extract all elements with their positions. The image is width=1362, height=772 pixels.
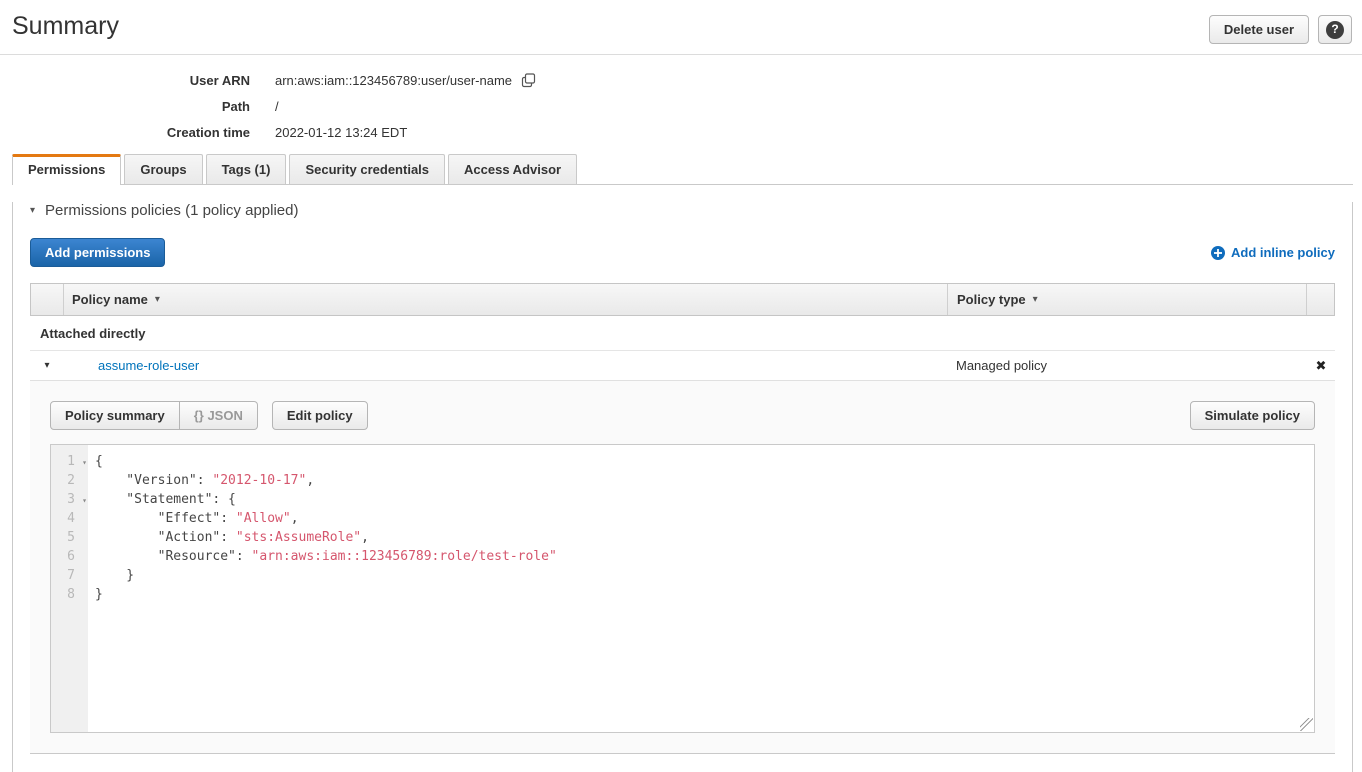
user-details: User ARN arn:aws:iam::123456789:user/use… bbox=[0, 72, 1362, 140]
sort-caret-icon: ▾ bbox=[1033, 294, 1038, 305]
tab-permissions[interactable]: Permissions bbox=[12, 154, 121, 185]
creation-time-value: 2022-01-12 13:24 EDT bbox=[275, 125, 407, 140]
fold-caret-icon[interactable]: ▾ bbox=[82, 453, 87, 472]
code-line: "Effect": "Allow", bbox=[95, 509, 1314, 528]
actions-column-header bbox=[1306, 284, 1334, 315]
tab-tags[interactable]: Tags (1) bbox=[206, 154, 287, 184]
policy-detail-panel: Policy summary {} JSON Edit policy Simul… bbox=[30, 381, 1335, 754]
code-line: } bbox=[95, 585, 1314, 604]
plus-circle-icon bbox=[1211, 246, 1225, 260]
policy-type-column-header[interactable]: Policy type ▾ bbox=[947, 284, 1306, 315]
caret-column-header bbox=[31, 284, 64, 315]
add-inline-policy-link[interactable]: Add inline policy bbox=[1211, 245, 1335, 260]
delete-user-button[interactable]: Delete user bbox=[1209, 15, 1309, 44]
json-button[interactable]: {} JSON bbox=[180, 401, 258, 430]
gutter-line-number: 8 bbox=[51, 585, 88, 604]
page-header: Summary Delete user ? bbox=[0, 0, 1362, 44]
tab-bar: Permissions Groups Tags (1) Security cre… bbox=[12, 154, 1353, 185]
chevron-down-icon: ▾ bbox=[30, 206, 35, 216]
help-button[interactable]: ? bbox=[1318, 15, 1352, 44]
policy-table-header: Policy name ▾ Policy type ▾ bbox=[30, 283, 1335, 316]
sort-caret-icon: ▾ bbox=[155, 294, 160, 305]
policy-summary-button[interactable]: Policy summary bbox=[50, 401, 180, 430]
detail-row-path: Path / bbox=[0, 99, 1362, 114]
user-arn-label: User ARN bbox=[0, 73, 250, 88]
gutter-line-number: 6 bbox=[51, 547, 88, 566]
copy-icon[interactable] bbox=[521, 73, 536, 88]
policy-type-cell: Managed policy bbox=[947, 358, 1307, 373]
simulate-policy-button[interactable]: Simulate policy bbox=[1190, 401, 1315, 430]
remove-policy-icon[interactable]: ✖ bbox=[1316, 358, 1327, 373]
path-value: / bbox=[275, 99, 279, 114]
editor-gutter: 1▾23▾45678 bbox=[51, 445, 88, 732]
policy-json-editor[interactable]: 1▾23▾45678 { "Version": "2012-10-17", "S… bbox=[50, 444, 1315, 733]
page-title: Summary bbox=[12, 12, 119, 41]
permissions-tab-content: ▾ Permissions policies (1 policy applied… bbox=[12, 202, 1353, 772]
code-line: { bbox=[95, 452, 1314, 471]
code-line: "Resource": "arn:aws:iam::123456789:role… bbox=[95, 547, 1314, 566]
gutter-line-number: 5 bbox=[51, 528, 88, 547]
policy-name-link[interactable]: assume-role-user bbox=[98, 358, 199, 373]
tab-security-credentials[interactable]: Security credentials bbox=[289, 154, 445, 184]
code-line: "Action": "sts:AssumeRole", bbox=[95, 528, 1314, 547]
code-line: "Version": "2012-10-17", bbox=[95, 471, 1314, 490]
detail-row-user-arn: User ARN arn:aws:iam::123456789:user/use… bbox=[0, 72, 1362, 88]
policy-actions-row: Add permissions Add inline policy bbox=[30, 238, 1335, 267]
attached-directly-group-header: Attached directly bbox=[30, 316, 1335, 351]
header-actions: Delete user ? bbox=[1209, 15, 1352, 44]
edit-policy-button[interactable]: Edit policy bbox=[272, 401, 368, 430]
code-line: } bbox=[95, 566, 1314, 585]
policy-view-switcher: Policy summary {} JSON bbox=[50, 401, 258, 430]
help-icon: ? bbox=[1326, 21, 1344, 39]
gutter-line-number: 7 bbox=[51, 566, 88, 585]
policy-table: Policy name ▾ Policy type ▾ Attached dir… bbox=[30, 283, 1335, 754]
tab-groups[interactable]: Groups bbox=[124, 154, 202, 184]
permissions-policies-heading: Permissions policies (1 policy applied) bbox=[45, 202, 298, 219]
gutter-line-number: 2 bbox=[51, 471, 88, 490]
creation-time-label: Creation time bbox=[0, 125, 250, 140]
policy-name-column-header[interactable]: Policy name ▾ bbox=[64, 284, 947, 315]
tab-access-advisor[interactable]: Access Advisor bbox=[448, 154, 577, 184]
policy-detail-toolbar: Policy summary {} JSON Edit policy Simul… bbox=[50, 401, 1315, 430]
gutter-line-number: 3▾ bbox=[51, 490, 88, 509]
editor-resize-handle[interactable] bbox=[1300, 718, 1313, 731]
fold-caret-icon[interactable]: ▾ bbox=[82, 491, 87, 510]
title-divider bbox=[0, 54, 1362, 55]
expand-row-caret[interactable]: ▾ bbox=[30, 360, 64, 371]
user-arn-value: arn:aws:iam::123456789:user/user-name bbox=[275, 73, 512, 88]
code-line: "Statement": { bbox=[95, 490, 1314, 509]
policy-table-row: ▾ assume-role-user Managed policy ✖ bbox=[30, 351, 1335, 381]
permissions-policies-section-toggle[interactable]: ▾ Permissions policies (1 policy applied… bbox=[30, 202, 1335, 219]
add-permissions-button[interactable]: Add permissions bbox=[30, 238, 165, 267]
detail-row-creation-time: Creation time 2022-01-12 13:24 EDT bbox=[0, 125, 1362, 140]
gutter-line-number: 4 bbox=[51, 509, 88, 528]
editor-code[interactable]: { "Version": "2012-10-17", "Statement": … bbox=[88, 445, 1314, 732]
path-label: Path bbox=[0, 99, 250, 114]
gutter-line-number: 1▾ bbox=[51, 452, 88, 471]
